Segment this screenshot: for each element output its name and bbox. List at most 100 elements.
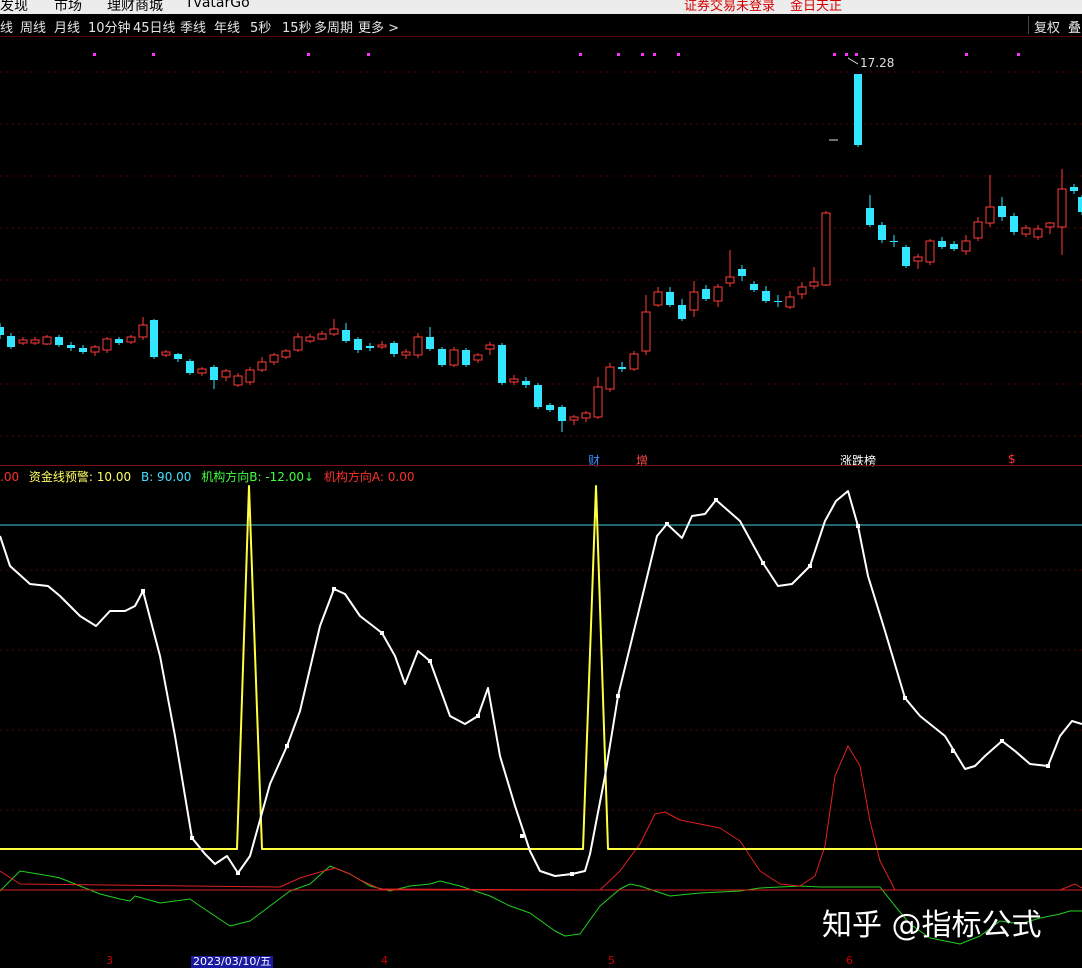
candle-body-down xyxy=(950,244,958,249)
period-weekly[interactable]: 周线 xyxy=(20,17,46,36)
legend-item-inst-dir-a: 机构方向A: 0.00 xyxy=(323,470,415,484)
watermark: 知乎 @指标公式 xyxy=(822,908,1042,943)
candle-body-down xyxy=(426,337,434,349)
candle-body-up xyxy=(785,296,795,308)
candle-body-up xyxy=(581,412,591,419)
indicator-lines xyxy=(0,485,1082,945)
period-5sec[interactable]: 5秒 xyxy=(250,17,271,36)
candle-body-up xyxy=(961,240,971,252)
candle-body-down xyxy=(998,206,1006,217)
candle-body-down xyxy=(150,320,158,357)
signal-marker xyxy=(653,53,656,56)
menu-item-wealth-mall[interactable]: 理财商城 xyxy=(107,0,163,14)
adjust-button[interactable]: 复权 xyxy=(1034,17,1060,36)
candle-body-up xyxy=(809,281,819,287)
period-10min[interactable]: 10分钟 xyxy=(88,17,131,36)
candle-body-up xyxy=(90,346,100,353)
candle-body-up xyxy=(161,351,171,356)
legend-item-prev: .00 xyxy=(0,470,20,484)
menu-item-tvatargo[interactable]: TvatarGo xyxy=(185,0,250,11)
login-status[interactable]: 证券交易未登录 xyxy=(684,0,775,14)
period-quarterly[interactable]: 季线 xyxy=(180,17,206,36)
candle-body-down xyxy=(750,284,758,290)
fund-line xyxy=(0,490,1082,877)
indicator-legend: .00 资金线预警: 10.00 B: 90.00 机构方向B: -12.00↓… xyxy=(0,468,421,485)
fund-line-node xyxy=(476,714,480,718)
candle-body-up xyxy=(42,336,52,345)
candle-body-down xyxy=(498,345,506,383)
period-yearly[interactable]: 年线 xyxy=(214,17,240,36)
inst-direction-a-line xyxy=(0,745,1082,891)
candle-body-up xyxy=(102,338,112,351)
candle-body-down xyxy=(738,269,746,276)
candle-body-down xyxy=(342,330,350,341)
candle-body-up xyxy=(473,354,483,361)
fund-line-node xyxy=(951,749,955,753)
fund-line-node xyxy=(285,744,289,748)
candle-body-down xyxy=(678,305,686,319)
fund-line-node xyxy=(141,589,145,593)
period-45day[interactable]: 45日线 xyxy=(133,17,176,36)
max-price-label: 17.28 xyxy=(860,56,894,70)
period-monthly[interactable]: 月线 xyxy=(54,17,80,36)
candle-body-down xyxy=(79,348,87,352)
fund-line-node xyxy=(332,587,336,591)
menu-item-market[interactable]: 市场 xyxy=(54,0,82,14)
candle-body-up xyxy=(641,311,651,352)
candle-body-down xyxy=(354,339,362,350)
fund-line-node xyxy=(428,659,432,663)
candle-body-down xyxy=(7,336,15,347)
menu-item-discover[interactable]: 发现 xyxy=(0,0,28,14)
candle-body-up xyxy=(913,256,923,262)
candle-body-up xyxy=(281,350,291,358)
candle-body-down xyxy=(1070,187,1078,191)
signal-marker xyxy=(579,53,582,56)
candle-body-up xyxy=(377,344,387,348)
time-axis: 3 2023/03/10/五 4 5 6 xyxy=(0,954,1082,968)
candle-body-down xyxy=(534,385,542,407)
candle-body-down xyxy=(866,208,874,225)
candle-body-down xyxy=(854,74,862,145)
period-more[interactable]: 更多 > xyxy=(358,17,399,36)
period-15sec[interactable]: 15秒 xyxy=(282,17,312,36)
candle-body-up xyxy=(629,353,639,370)
candle-body-down xyxy=(522,381,530,385)
candle-body-down xyxy=(546,405,554,410)
candlestick-chart[interactable]: 17.28 xyxy=(0,37,1082,465)
signal-marker xyxy=(677,53,680,56)
fund-line-node xyxy=(1046,764,1050,768)
candle-body-up xyxy=(293,336,303,351)
candle-body-down xyxy=(878,225,886,240)
fund-line-node xyxy=(808,564,812,568)
candle-body-down xyxy=(890,241,898,242)
candle-body-down xyxy=(390,343,398,354)
news-ticker[interactable]: 金日天正 xyxy=(790,0,842,14)
candle-body-up xyxy=(821,212,831,286)
period-multi[interactable]: 多周期 xyxy=(314,17,353,36)
candle-body-up xyxy=(797,286,807,295)
signal-marker xyxy=(152,53,155,56)
signal-marker xyxy=(965,53,968,56)
candle-body-down xyxy=(67,345,75,348)
period-daily[interactable]: 线 xyxy=(0,17,13,36)
indicator-chart[interactable] xyxy=(0,466,1082,956)
candle-body-down xyxy=(174,354,182,359)
toolbar-divider xyxy=(1028,16,1029,34)
candle-body-up xyxy=(1021,227,1031,235)
candle-body-up xyxy=(985,206,995,224)
signal-marker xyxy=(617,53,620,56)
selected-date[interactable]: 2023/03/10/五 xyxy=(191,956,274,968)
candle-body-down xyxy=(55,337,63,345)
fund-line-node xyxy=(1000,739,1004,743)
signal-marker xyxy=(93,53,96,56)
signal-marker xyxy=(855,53,858,56)
candle-body-down xyxy=(666,292,674,305)
time-tick-4: 4 xyxy=(381,954,388,967)
candle-body-down xyxy=(1010,216,1018,232)
candle-body-up xyxy=(305,336,315,342)
overlay-button[interactable]: 叠 xyxy=(1068,17,1081,36)
signal-marker xyxy=(307,53,310,56)
candle-body-up xyxy=(245,369,255,383)
event-dollar[interactable]: $ xyxy=(1008,452,1016,466)
top-menu: 发现 市场 理财商城 TvatarGo 证券交易未登录 金日天正 xyxy=(0,0,1082,14)
